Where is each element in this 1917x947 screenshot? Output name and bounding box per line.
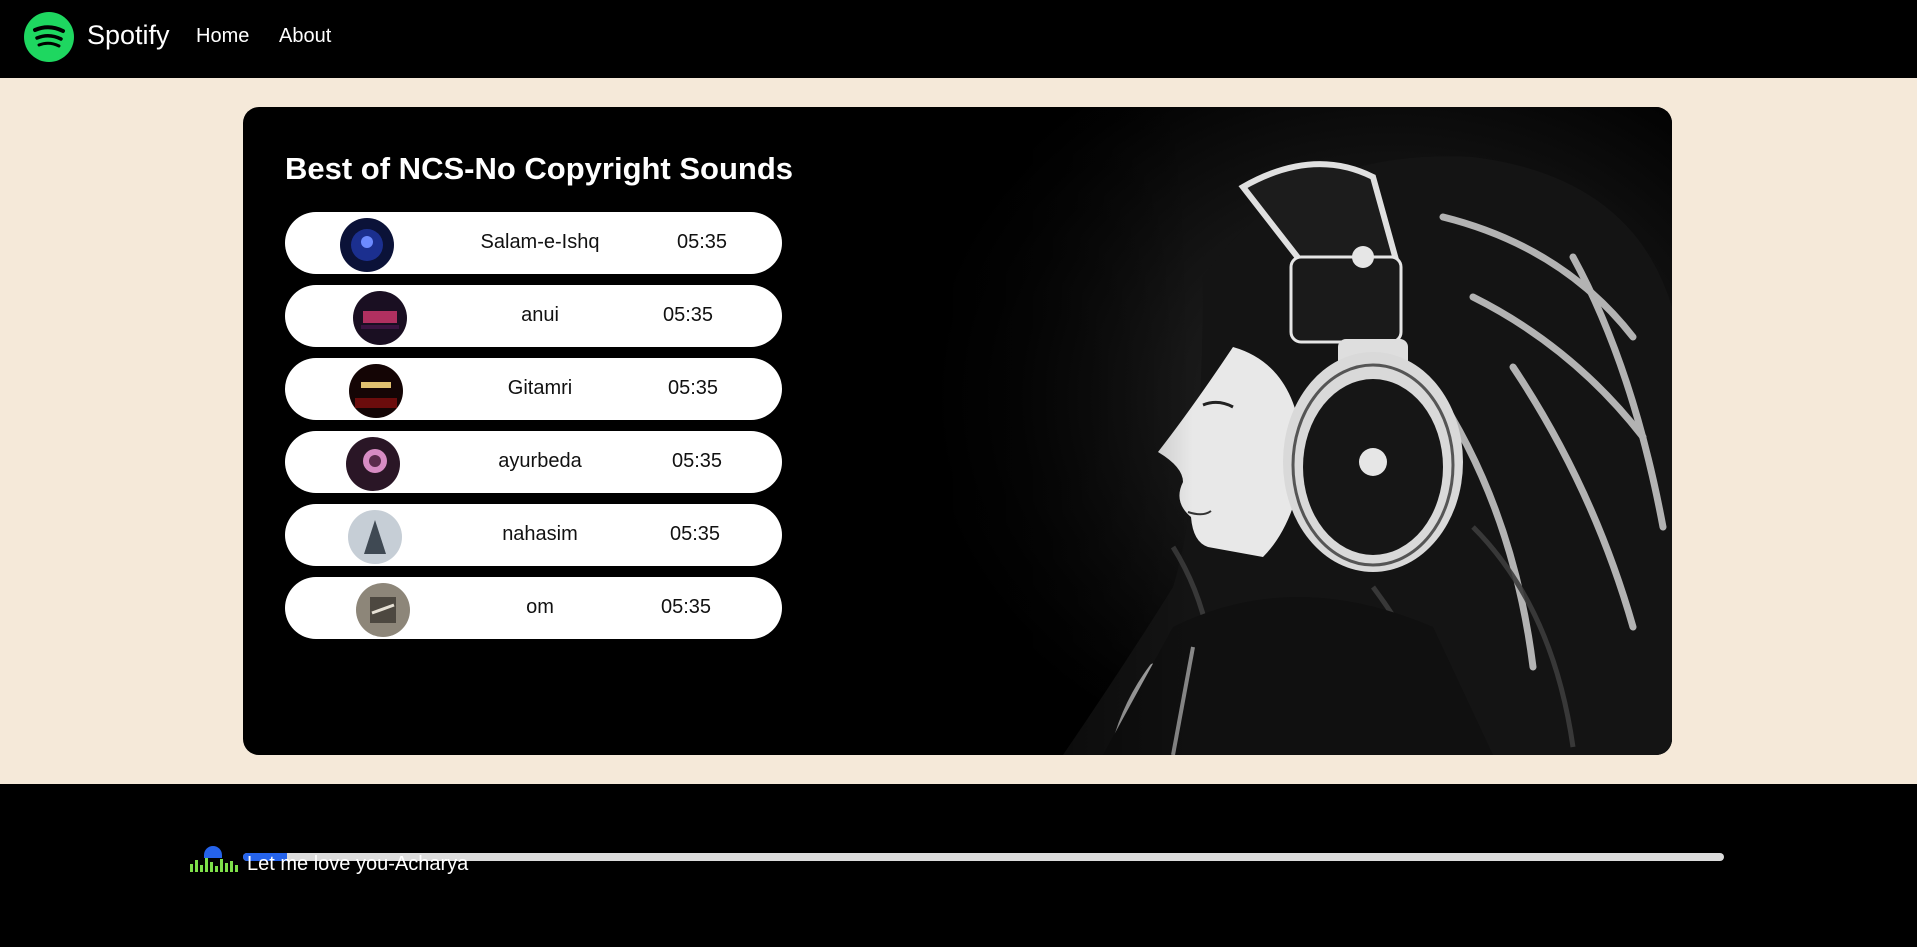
song-name: om bbox=[526, 596, 554, 618]
song-item[interactable]: anui 05:35 bbox=[285, 285, 782, 347]
nav-about-link[interactable]: About bbox=[279, 25, 331, 48]
song-duration: 05:35 bbox=[661, 596, 712, 618]
song-item[interactable]: Gitamri 05:35 bbox=[285, 358, 782, 420]
song-duration: 05:35 bbox=[668, 377, 719, 399]
navbar: Spotify Home About bbox=[0, 0, 1917, 78]
song-item[interactable]: Salam-e-Ishq 05:35 bbox=[285, 212, 782, 274]
brand-name: Spotify bbox=[87, 20, 170, 50]
song-name: ayurbeda bbox=[498, 450, 582, 472]
spotify-logo-icon[interactable] bbox=[24, 12, 74, 62]
song-item[interactable]: om 05:35 bbox=[285, 577, 782, 639]
hero-image bbox=[873, 107, 1672, 755]
equalizer-icon bbox=[190, 858, 238, 872]
song-item[interactable]: nahasim 05:35 bbox=[285, 504, 782, 566]
song-name: nahasim bbox=[502, 523, 578, 545]
song-cover bbox=[356, 583, 410, 637]
song-cover bbox=[349, 364, 403, 418]
song-name: Salam-e-Ishq bbox=[480, 231, 600, 253]
song-duration: 05:35 bbox=[663, 304, 714, 326]
song-duration: 05:35 bbox=[672, 450, 723, 472]
playlist-card: Best of NCS-No Copyright Sounds Salam-e-… bbox=[243, 107, 1672, 755]
song-duration: 05:35 bbox=[670, 523, 721, 545]
song-cover bbox=[353, 291, 407, 345]
song-cover bbox=[340, 218, 394, 272]
song-cover bbox=[348, 510, 402, 564]
song-duration: 05:35 bbox=[677, 231, 728, 253]
song-name: anui bbox=[521, 304, 559, 326]
song-cover bbox=[346, 437, 400, 491]
song-name: Gitamri bbox=[507, 377, 573, 399]
nav-home-link[interactable]: Home bbox=[196, 25, 249, 48]
song-item[interactable]: ayurbeda 05:35 bbox=[285, 431, 782, 493]
playlist-title: Best of NCS-No Copyright Sounds bbox=[285, 151, 794, 186]
now-playing-title: Let me love you-Acharya bbox=[247, 853, 469, 875]
